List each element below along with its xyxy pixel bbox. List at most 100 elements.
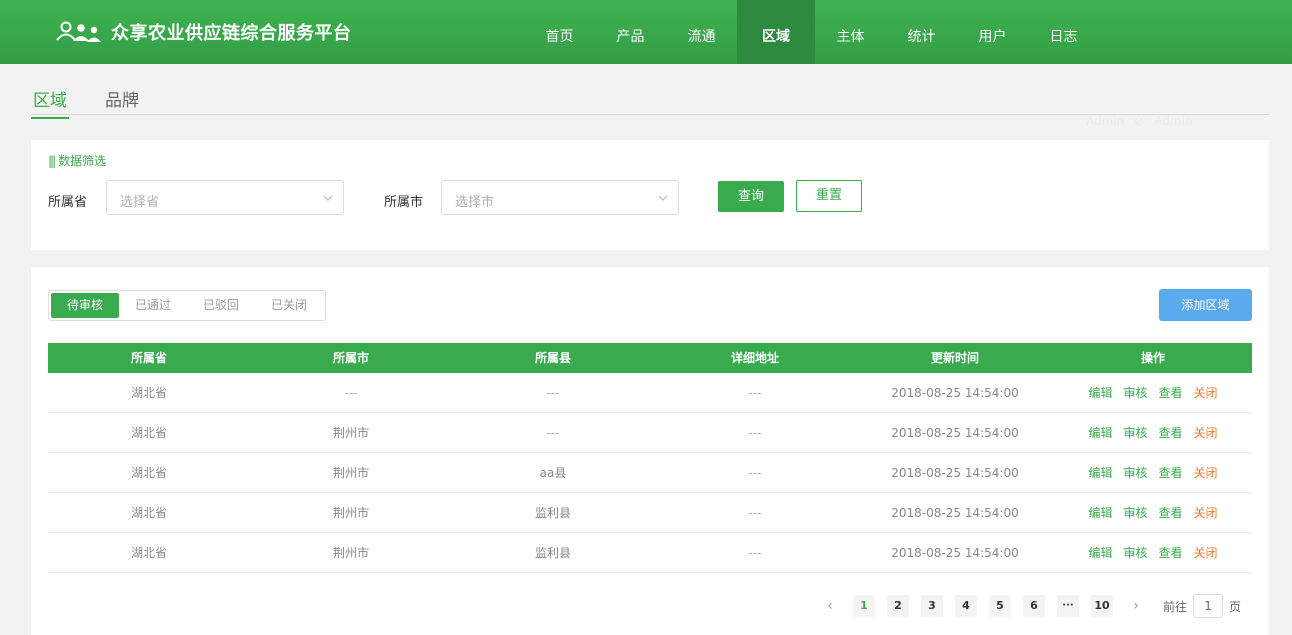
main-nav: 首页 产品 流通 区域 主体 统计 用户 日志 — [524, 0, 1099, 64]
status-tab-closed[interactable]: 已关闭 — [255, 293, 323, 318]
faint-user-icon: ⊘ — [1134, 114, 1145, 128]
table-row: 湖北省 荆州市 --- --- 2018-08-25 14:54:00 编辑 审… — [48, 413, 1252, 453]
table-row: 湖北省 荆州市 监利县 --- 2018-08-25 14:54:00 编辑 审… — [48, 533, 1252, 573]
reset-button[interactable]: 重置 — [796, 180, 862, 212]
cell-county: --- — [546, 426, 560, 440]
city-select[interactable]: 选择市 — [441, 180, 679, 215]
more-pages-button[interactable]: ··· — [1057, 595, 1079, 617]
page-3[interactable]: 3 — [921, 595, 943, 617]
review-link[interactable]: 审核 — [1123, 453, 1147, 492]
goto-page: 前往 1 页 — [1163, 594, 1241, 618]
next-page-button[interactable]: › — [1125, 595, 1147, 617]
prev-page-button[interactable]: ‹ — [819, 595, 841, 617]
view-link[interactable]: 查看 — [1159, 413, 1183, 452]
page-5[interactable]: 5 — [989, 595, 1011, 617]
page-2[interactable]: 2 — [887, 595, 909, 617]
close-link[interactable]: 关闭 — [1194, 533, 1218, 572]
add-region-button[interactable]: 添加区域 — [1159, 289, 1252, 321]
cell-address: --- — [748, 386, 762, 400]
app-logo[interactable]: 众享农业供应链综合服务平台 — [55, 18, 352, 46]
cell-county: 监利县 — [534, 546, 571, 560]
view-link[interactable]: 查看 — [1159, 373, 1183, 412]
people-group-icon — [56, 21, 101, 42]
edit-link[interactable]: 编辑 — [1088, 373, 1112, 412]
cell-province: 湖北省 — [130, 506, 167, 520]
cell-address: --- — [748, 466, 762, 480]
edit-link[interactable]: 编辑 — [1088, 453, 1112, 492]
close-link[interactable]: 关闭 — [1194, 453, 1218, 492]
close-link[interactable]: 关闭 — [1194, 493, 1218, 532]
review-link[interactable]: 审核 — [1123, 373, 1147, 412]
view-link[interactable]: 查看 — [1159, 453, 1183, 492]
bars-icon: ||| — [48, 154, 56, 168]
province-label: 所属省 — [48, 195, 88, 210]
province-placeholder: 选择省 — [120, 195, 160, 210]
status-tab-approved[interactable]: 已通过 — [119, 293, 187, 318]
nav-logs[interactable]: 日志 — [1028, 0, 1099, 64]
status-tabs: 待审核 已通过 已驳回 已关闭 — [48, 290, 327, 321]
nav-entity[interactable]: 主体 — [815, 0, 886, 64]
pagination: ‹ 1 2 3 4 5 6 ··· 10 › 前往 1 页 — [819, 594, 1241, 618]
nav-statistics[interactable]: 统计 — [886, 0, 957, 64]
nav-products[interactable]: 产品 — [595, 0, 666, 64]
cell-actions: 编辑 审核 查看 关闭 — [1054, 493, 1252, 532]
cell-address: --- — [748, 426, 762, 440]
province-select[interactable]: 选择省 — [106, 180, 344, 215]
header-actions: 操作 — [1140, 351, 1165, 365]
header-updated: 更新时间 — [930, 351, 979, 365]
header-province: 所属省 — [130, 351, 167, 365]
cell-updated: 2018-08-25 14:54:00 — [891, 386, 1019, 400]
query-button[interactable]: 查询 — [718, 181, 784, 212]
table-row: 湖北省 荆州市 监利县 --- 2018-08-25 14:54:00 编辑 审… — [48, 493, 1252, 533]
nav-region[interactable]: 区域 — [737, 0, 815, 64]
review-link[interactable]: 审核 — [1123, 413, 1147, 452]
status-tab-rejected[interactable]: 已驳回 — [187, 293, 255, 318]
nav-users[interactable]: 用户 — [957, 0, 1028, 64]
view-link[interactable]: 查看 — [1159, 533, 1183, 572]
app-title: 众享农业供应链综合服务平台 — [111, 23, 352, 44]
cell-address: --- — [748, 506, 762, 520]
faint-user-name: Admin — [1086, 114, 1125, 128]
filter-title: ||| 数据筛选 — [48, 154, 107, 168]
table-row: 湖北省 荆州市 aa县 --- 2018-08-25 14:54:00 编辑 审… — [48, 453, 1252, 493]
close-link[interactable]: 关闭 — [1194, 413, 1218, 452]
chevron-down-icon — [323, 195, 333, 201]
cell-updated: 2018-08-25 14:54:00 — [891, 546, 1019, 560]
cell-county: aa县 — [539, 466, 567, 480]
city-label: 所属市 — [384, 195, 424, 210]
edit-link[interactable]: 编辑 — [1088, 413, 1112, 452]
chevron-down-icon — [658, 195, 668, 201]
page-1[interactable]: 1 — [853, 595, 875, 617]
list-panel: 待审核 已通过 已驳回 已关闭 添加区域 所属省 所属市 所属县 详细地址 更新… — [31, 267, 1269, 635]
view-link[interactable]: 查看 — [1159, 493, 1183, 532]
goto-page-input[interactable]: 1 — [1193, 594, 1224, 618]
goto-suffix: 页 — [1229, 599, 1242, 614]
review-link[interactable]: 审核 — [1123, 533, 1147, 572]
table-row: 湖北省 --- --- --- 2018-08-25 14:54:00 编辑 审… — [48, 373, 1252, 413]
edit-link[interactable]: 编辑 — [1088, 533, 1112, 572]
page-6[interactable]: 6 — [1023, 595, 1045, 617]
nav-home[interactable]: 首页 — [524, 0, 595, 64]
tab-divider — [31, 114, 1269, 115]
header-county: 所属县 — [534, 351, 571, 365]
table-header: 所属省 所属市 所属县 详细地址 更新时间 操作 — [48, 343, 1252, 373]
header-city: 所属市 — [332, 351, 369, 365]
close-link[interactable]: 关闭 — [1194, 373, 1218, 412]
cell-actions: 编辑 审核 查看 关闭 — [1054, 413, 1252, 452]
faint-user-name-2: Admin — [1154, 114, 1193, 128]
page-4[interactable]: 4 — [955, 595, 977, 617]
region-table: 所属省 所属市 所属县 详细地址 更新时间 操作 湖北省 --- --- ---… — [48, 343, 1252, 573]
filter-panel: ||| 数据筛选 所属省 选择省 所属市 选择市 查询 重置 — [31, 140, 1269, 250]
review-link[interactable]: 审核 — [1123, 493, 1147, 532]
cell-actions: 编辑 审核 查看 关闭 — [1054, 533, 1252, 572]
nav-circulation[interactable]: 流通 — [666, 0, 737, 64]
edit-link[interactable]: 编辑 — [1088, 493, 1112, 532]
cell-province: 湖北省 — [130, 546, 167, 560]
city-placeholder: 选择市 — [455, 195, 495, 210]
page-last[interactable]: 10 — [1091, 595, 1113, 617]
status-tab-pending[interactable]: 待审核 — [51, 293, 120, 318]
cell-updated: 2018-08-25 14:54:00 — [891, 466, 1019, 480]
cell-county: 监利县 — [534, 506, 571, 520]
cell-city: 荆州市 — [332, 546, 369, 560]
cell-city: --- — [344, 386, 358, 400]
